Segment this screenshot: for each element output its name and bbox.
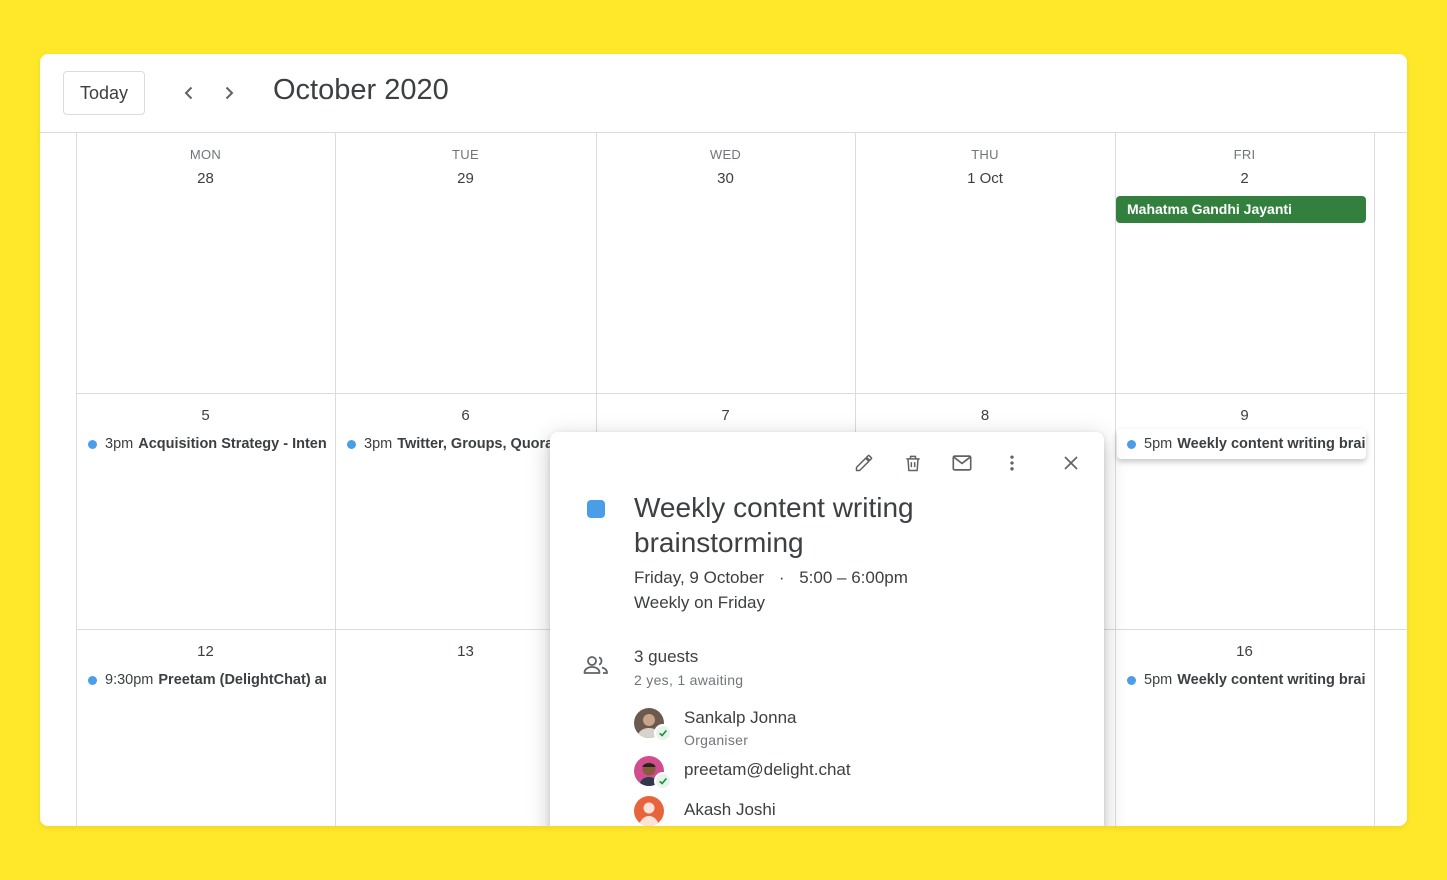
event-date: Friday, 9 October <box>634 568 765 587</box>
guest-name: Akash Joshi <box>684 800 776 819</box>
day-of-week-label: WED <box>709 147 742 162</box>
previous-month-button[interactable] <box>172 76 206 110</box>
day-cell[interactable]: WED 30 <box>596 133 855 393</box>
event-chip-selected[interactable]: 5pm Weekly content writing brain <box>1117 429 1366 459</box>
event-time-range: 5:00 – 6:00pm <box>799 568 908 587</box>
event-title: Weekly content writing brain <box>1177 672 1366 688</box>
accepted-check-icon <box>654 724 672 742</box>
accepted-check-icon <box>654 772 672 790</box>
day-number[interactable]: 9 <box>1115 407 1374 424</box>
event-title: Weekly content writing brain <box>1177 436 1366 452</box>
today-button[interactable]: Today <box>63 71 145 115</box>
grid-line <box>1374 629 1407 630</box>
guest-name: preetam@delight.chat <box>684 760 851 779</box>
allday-event-chip[interactable]: Mahatma Gandhi Jayanti <box>1116 196 1366 223</box>
guest-role: Organiser <box>684 732 749 748</box>
day-number[interactable]: 8 <box>855 407 1115 424</box>
mail-icon <box>952 455 972 471</box>
event-dot <box>88 439 97 449</box>
event-chip[interactable]: 9:30pm Preetam (DelightChat) ar <box>88 669 326 691</box>
avatar <box>634 796 664 826</box>
day-number[interactable]: 29 <box>335 170 596 187</box>
event-time: 5pm <box>1144 672 1173 688</box>
guest-row[interactable]: Akash Joshi <box>634 796 1034 826</box>
event-dot <box>1127 439 1136 449</box>
day-cell[interactable]: 16 <box>1115 629 1374 826</box>
delete-button[interactable] <box>896 446 930 480</box>
event-datetime: Friday, 9 October · 5:00 – 6:00pm <box>634 568 908 588</box>
day-cell[interactable]: TUE 29 <box>335 133 596 393</box>
guest-rsvp-summary: 2 yes, 1 awaiting <box>634 672 744 688</box>
day-of-week-label: THU <box>971 147 999 162</box>
email-guests-button[interactable] <box>945 446 979 480</box>
close-icon <box>1064 456 1078 470</box>
day-of-week-label: FRI <box>1233 147 1256 162</box>
day-number[interactable]: 16 <box>1115 643 1374 660</box>
event-dot <box>1127 675 1136 685</box>
day-of-week-label: MON <box>189 147 222 162</box>
day-cell[interactable]: 12 <box>76 629 335 826</box>
chevron-left-icon <box>184 86 193 100</box>
day-number[interactable]: 6 <box>335 407 596 424</box>
day-number[interactable]: 7 <box>596 407 855 424</box>
calendar-window: Today October 2020 MON 28 TUE 29 WED 30 … <box>40 54 1407 826</box>
datetime-separator: · <box>778 568 785 587</box>
guest-count: 3 guests <box>634 647 699 666</box>
month-title: October 2020 <box>273 74 449 106</box>
day-cell[interactable]: THU 1 Oct <box>855 133 1115 393</box>
edit-icon <box>855 454 873 472</box>
day-number[interactable]: 5 <box>76 407 335 424</box>
day-of-week-label: TUE <box>452 147 479 162</box>
trash-icon <box>906 455 920 472</box>
day-number[interactable]: 28 <box>76 170 335 187</box>
day-cell[interactable]: 5 <box>76 393 335 629</box>
event-title: Acquisition Strategy - Intens <box>138 436 326 452</box>
grid-line <box>1374 133 1375 826</box>
day-number[interactable]: 30 <box>596 170 855 187</box>
event-chip[interactable]: 5pm Weekly content writing brain <box>1127 669 1366 691</box>
person-avatar-icon <box>639 802 659 826</box>
event-time: 3pm <box>364 436 393 452</box>
event-title: Preetam (DelightChat) ar <box>158 672 326 688</box>
day-number[interactable]: 12 <box>76 643 335 660</box>
close-button[interactable] <box>1054 446 1088 480</box>
day-cell[interactable]: MON 28 <box>76 133 335 393</box>
chevron-right-icon <box>225 86 234 100</box>
event-recurrence: Weekly on Friday <box>634 593 766 612</box>
event-chip[interactable]: 3pm Acquisition Strategy - Intens <box>88 433 326 455</box>
event-time: 3pm <box>105 436 134 452</box>
event-title-heading: Weekly content writing brainstorming <box>634 492 914 558</box>
event-dot <box>88 675 97 685</box>
day-number[interactable]: 1 Oct <box>855 170 1115 187</box>
calendar-header: Today October 2020 <box>40 54 1407 133</box>
event-color-swatch <box>587 500 605 518</box>
day-cell[interactable]: FRI 2 <box>1115 133 1374 393</box>
event-title: Twitter, Groups, Quora <box>397 436 554 452</box>
guest-row[interactable]: Sankalp Jonna Organiser <box>634 708 1034 748</box>
event-time: 5pm <box>1144 436 1173 452</box>
grid-line <box>1374 393 1407 394</box>
event-time: 9:30pm <box>105 672 154 688</box>
more-options-button[interactable] <box>995 446 1029 480</box>
guest-row[interactable]: preetam@delight.chat <box>634 756 1034 790</box>
next-month-button[interactable] <box>212 76 246 110</box>
people-icon <box>583 656 608 674</box>
event-detail-popup: Weekly content writing brainstorming Fri… <box>550 432 1104 826</box>
day-number[interactable]: 2 <box>1115 170 1374 187</box>
edit-button[interactable] <box>847 446 881 480</box>
guest-name: Sankalp Jonna <box>684 708 797 727</box>
more-vert-icon <box>1010 455 1014 471</box>
event-dot <box>347 439 356 449</box>
